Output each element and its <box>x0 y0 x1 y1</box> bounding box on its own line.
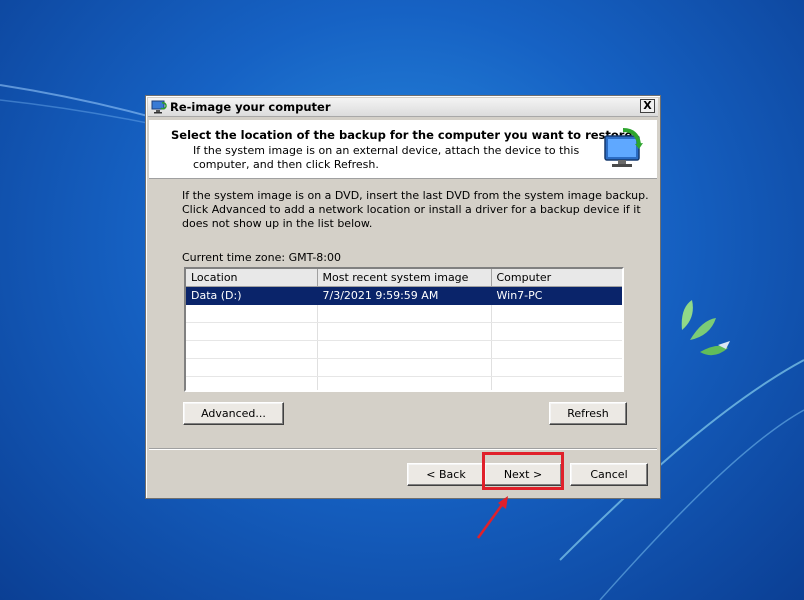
back-button[interactable]: < Back <box>407 463 485 486</box>
monitor-restore-icon <box>604 128 643 167</box>
cell-computer: Win7-PC <box>491 286 622 305</box>
cancel-button[interactable]: Cancel <box>570 463 648 486</box>
column-header-computer[interactable]: Computer <box>491 269 622 287</box>
table-row[interactable] <box>186 358 622 377</box>
title-bar[interactable]: Re-image your computer X <box>148 98 658 117</box>
backup-list[interactable]: Location Most recent system image Comput… <box>184 267 624 392</box>
table-row[interactable] <box>186 304 622 323</box>
table-row[interactable] <box>186 340 622 359</box>
wizard-header: Select the location of the backup for th… <box>149 120 657 179</box>
header-title: Select the location of the backup for th… <box>171 128 633 142</box>
advanced-button[interactable]: Advanced... <box>183 402 284 425</box>
header-subtitle: If the system image is on an external de… <box>193 144 580 171</box>
table-row[interactable] <box>186 376 622 390</box>
window-title: Re-image your computer <box>170 100 331 114</box>
cell-image: 7/3/2021 9:59:59 AM <box>317 286 492 305</box>
cell-location <box>186 376 318 390</box>
cell-location <box>186 358 318 377</box>
cell-computer <box>491 376 622 390</box>
cell-location: Data (D:) <box>186 286 318 305</box>
cell-computer <box>491 358 622 377</box>
cell-computer <box>491 304 622 323</box>
leaf-logo-icon <box>681 300 730 356</box>
reimage-dialog: Re-image your computer X Select the loca… <box>145 95 661 499</box>
pointer-arrow-icon <box>476 496 508 539</box>
cell-image <box>317 304 492 323</box>
footer-divider <box>149 448 657 450</box>
cell-image <box>317 340 492 359</box>
cell-computer <box>491 322 622 341</box>
timezone-label: Current time zone: GMT-8:00 <box>182 251 342 264</box>
table-row[interactable] <box>186 322 622 341</box>
intro-text: If the system image is on a DVD, insert … <box>182 189 649 230</box>
next-button-highlight <box>482 452 564 490</box>
cell-computer <box>491 340 622 359</box>
cell-location <box>186 340 318 359</box>
column-header-location[interactable]: Location <box>186 269 318 287</box>
cell-image <box>317 376 492 390</box>
cell-image <box>317 322 492 341</box>
column-header-image[interactable]: Most recent system image <box>317 269 492 287</box>
refresh-button[interactable]: Refresh <box>549 402 627 425</box>
cell-location <box>186 322 318 341</box>
computer-restore-icon <box>151 100 167 114</box>
cell-image <box>317 358 492 377</box>
table-header-row: Location Most recent system image Comput… <box>186 269 622 287</box>
close-button[interactable]: X <box>640 99 655 113</box>
table-row[interactable]: Data (D:) 7/3/2021 9:59:59 AM Win7-PC <box>186 286 622 305</box>
cell-location <box>186 304 318 323</box>
